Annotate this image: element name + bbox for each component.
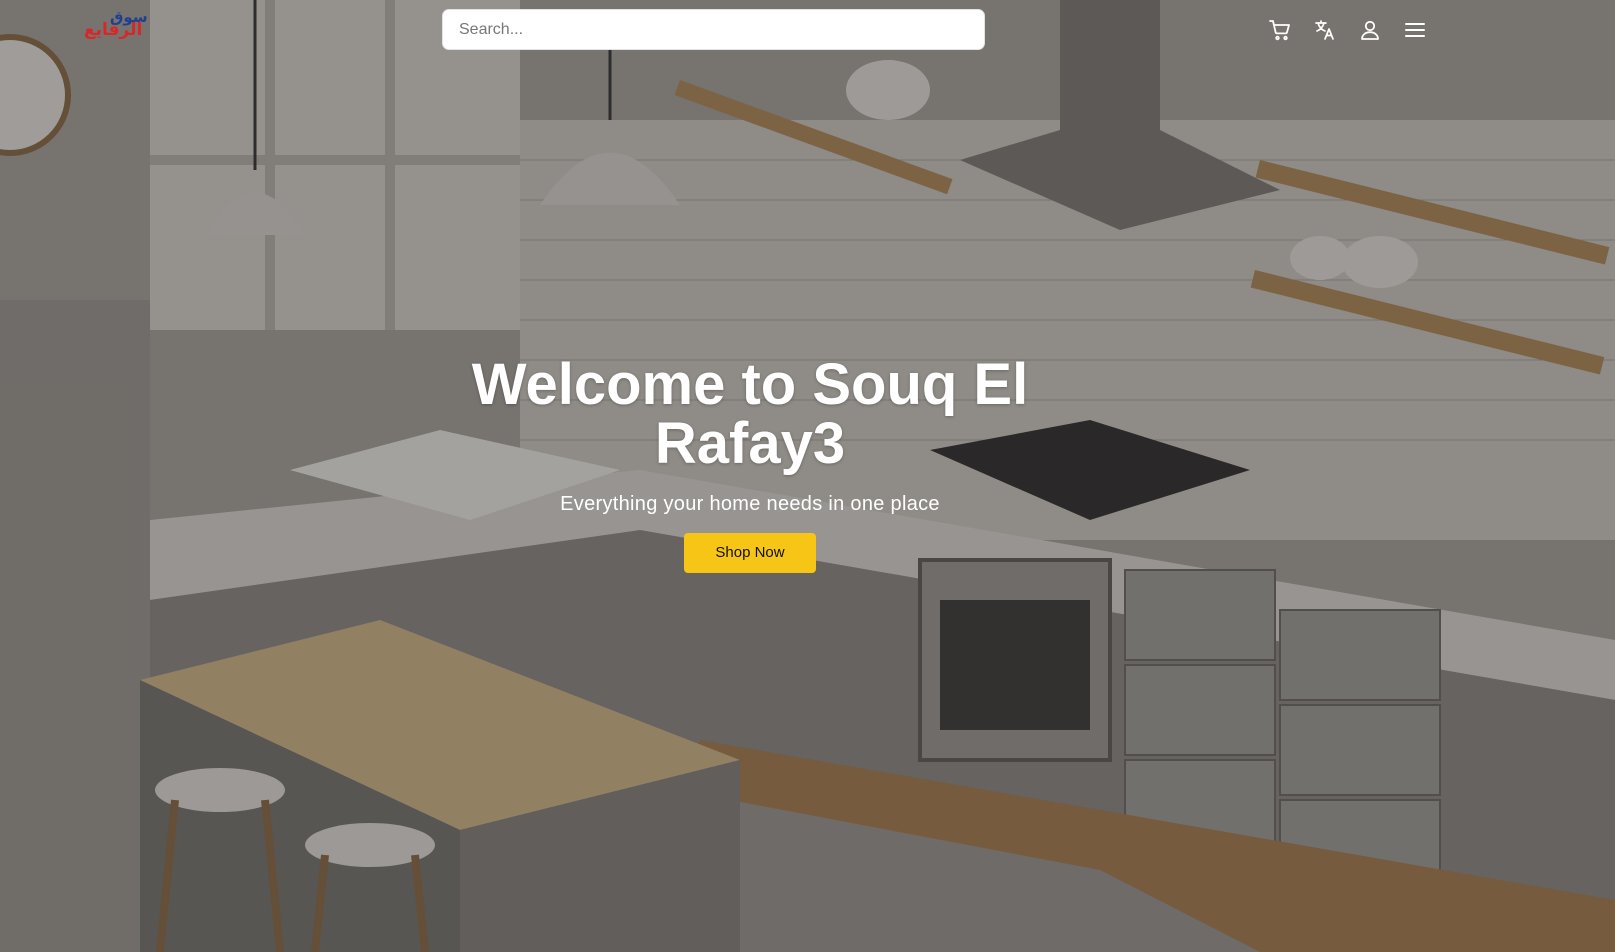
hero-subtitle: Everything your home needs in one place (560, 493, 940, 515)
hero-content: Welcome to Souq El Rafay3 Everything you… (420, 355, 1080, 573)
site-logo[interactable]: سوق الرفايع (84, 8, 148, 46)
logo-text: الرفايع (84, 20, 143, 40)
hero-title: Welcome to Souq El Rafay3 (471, 352, 1029, 476)
cart-icon[interactable] (1268, 18, 1292, 42)
translate-icon[interactable] (1313, 18, 1337, 42)
search-input[interactable] (443, 10, 984, 49)
site-header: سوق الرفايع (0, 0, 1615, 60)
page: سوق الرفايع Search... Welcome to Souq El… (0, 0, 1615, 952)
menu-icon[interactable] (1403, 18, 1427, 42)
user-icon[interactable] (1358, 18, 1382, 42)
search-bar (442, 9, 985, 50)
shop-now-button[interactable]: Shop Now (684, 533, 816, 573)
